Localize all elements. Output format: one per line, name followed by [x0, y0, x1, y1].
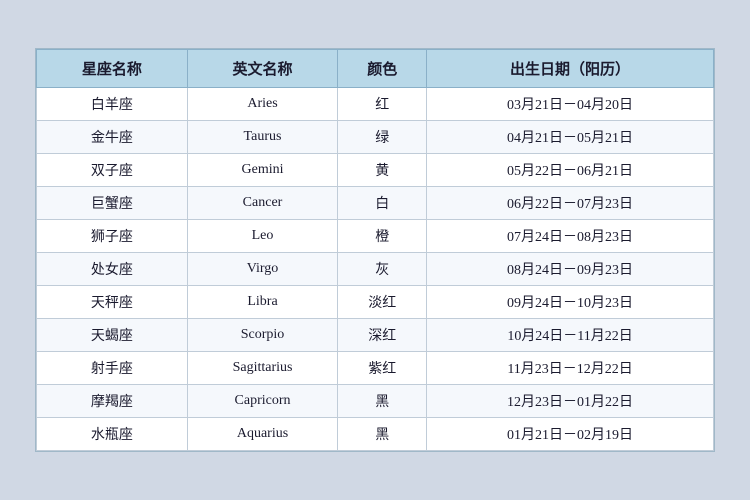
- cell-color: 橙: [338, 220, 427, 253]
- cell-english-name: Aquarius: [187, 418, 338, 451]
- table-row: 天蝎座Scorpio深红10月24日－11月22日: [37, 319, 714, 352]
- table-header-row: 星座名称 英文名称 颜色 出生日期（阳历）: [37, 50, 714, 88]
- cell-english-name: Virgo: [187, 253, 338, 286]
- cell-chinese-name: 水瓶座: [37, 418, 188, 451]
- table-row: 射手座Sagittarius紫红11月23日－12月22日: [37, 352, 714, 385]
- cell-dates: 08月24日－09月23日: [427, 253, 714, 286]
- cell-chinese-name: 天秤座: [37, 286, 188, 319]
- cell-color: 淡红: [338, 286, 427, 319]
- cell-dates: 12月23日－01月22日: [427, 385, 714, 418]
- cell-english-name: Scorpio: [187, 319, 338, 352]
- cell-english-name: Cancer: [187, 187, 338, 220]
- cell-chinese-name: 天蝎座: [37, 319, 188, 352]
- cell-dates: 10月24日－11月22日: [427, 319, 714, 352]
- cell-dates: 09月24日－10月23日: [427, 286, 714, 319]
- header-english-name: 英文名称: [187, 50, 338, 88]
- cell-english-name: Gemini: [187, 154, 338, 187]
- cell-dates: 07月24日－08月23日: [427, 220, 714, 253]
- cell-dates: 06月22日－07月23日: [427, 187, 714, 220]
- cell-dates: 03月21日－04月20日: [427, 88, 714, 121]
- zodiac-table: 星座名称 英文名称 颜色 出生日期（阳历） 白羊座Aries红03月21日－04…: [36, 49, 714, 451]
- table-row: 金牛座Taurus绿04月21日－05月21日: [37, 121, 714, 154]
- cell-chinese-name: 白羊座: [37, 88, 188, 121]
- cell-dates: 04月21日－05月21日: [427, 121, 714, 154]
- cell-chinese-name: 双子座: [37, 154, 188, 187]
- table-row: 处女座Virgo灰08月24日－09月23日: [37, 253, 714, 286]
- cell-english-name: Sagittarius: [187, 352, 338, 385]
- cell-dates: 11月23日－12月22日: [427, 352, 714, 385]
- cell-english-name: Libra: [187, 286, 338, 319]
- cell-english-name: Leo: [187, 220, 338, 253]
- cell-color: 紫红: [338, 352, 427, 385]
- cell-color: 灰: [338, 253, 427, 286]
- table-row: 双子座Gemini黄05月22日－06月21日: [37, 154, 714, 187]
- cell-color: 白: [338, 187, 427, 220]
- cell-chinese-name: 金牛座: [37, 121, 188, 154]
- table-row: 巨蟹座Cancer白06月22日－07月23日: [37, 187, 714, 220]
- cell-color: 黑: [338, 418, 427, 451]
- table-row: 狮子座Leo橙07月24日－08月23日: [37, 220, 714, 253]
- table-row: 天秤座Libra淡红09月24日－10月23日: [37, 286, 714, 319]
- cell-chinese-name: 处女座: [37, 253, 188, 286]
- table-row: 水瓶座Aquarius黑01月21日－02月19日: [37, 418, 714, 451]
- header-dates: 出生日期（阳历）: [427, 50, 714, 88]
- table-row: 白羊座Aries红03月21日－04月20日: [37, 88, 714, 121]
- zodiac-table-container: 星座名称 英文名称 颜色 出生日期（阳历） 白羊座Aries红03月21日－04…: [35, 48, 715, 452]
- table-body: 白羊座Aries红03月21日－04月20日金牛座Taurus绿04月21日－0…: [37, 88, 714, 451]
- cell-english-name: Taurus: [187, 121, 338, 154]
- cell-chinese-name: 摩羯座: [37, 385, 188, 418]
- cell-chinese-name: 狮子座: [37, 220, 188, 253]
- cell-color: 黄: [338, 154, 427, 187]
- cell-english-name: Capricorn: [187, 385, 338, 418]
- cell-dates: 01月21日－02月19日: [427, 418, 714, 451]
- header-color: 颜色: [338, 50, 427, 88]
- cell-color: 绿: [338, 121, 427, 154]
- cell-dates: 05月22日－06月21日: [427, 154, 714, 187]
- cell-chinese-name: 射手座: [37, 352, 188, 385]
- cell-color: 红: [338, 88, 427, 121]
- cell-color: 黑: [338, 385, 427, 418]
- cell-color: 深红: [338, 319, 427, 352]
- cell-chinese-name: 巨蟹座: [37, 187, 188, 220]
- table-row: 摩羯座Capricorn黑12月23日－01月22日: [37, 385, 714, 418]
- header-chinese-name: 星座名称: [37, 50, 188, 88]
- cell-english-name: Aries: [187, 88, 338, 121]
